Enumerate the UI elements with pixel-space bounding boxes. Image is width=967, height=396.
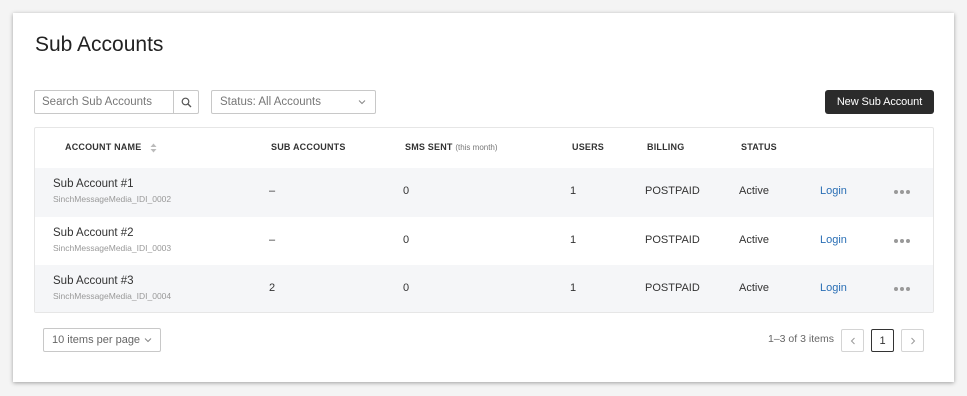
search-box <box>34 90 199 114</box>
account-id: SinchMessageMedia_IDI_0002 <box>53 194 172 204</box>
users-count: 1 <box>570 233 577 246</box>
column-header-billing: BILLING <box>647 142 685 152</box>
account-name: Sub Account #3 <box>53 275 134 287</box>
sub-accounts-count: – <box>269 185 276 197</box>
more-icon[interactable] <box>893 238 911 244</box>
more-icon[interactable] <box>893 286 911 292</box>
billing-type: POSTPAID <box>645 185 700 197</box>
items-per-page-value: 10 items per page <box>52 334 141 346</box>
table-row: Sub Account #2 SinchMessageMedia_IDI_000… <box>35 217 933 266</box>
sort-icon[interactable] <box>150 143 157 153</box>
column-header-sms-sent: SMS SENT (this month) <box>405 142 498 152</box>
column-header-status: STATUS <box>741 142 777 152</box>
sms-sent-count: 0 <box>403 282 410 294</box>
column-header-users: USERS <box>572 142 605 152</box>
billing-type: POSTPAID <box>645 282 700 294</box>
login-link[interactable]: Login <box>820 185 847 197</box>
column-header-sub-accounts: SUB ACCOUNTS <box>271 142 346 152</box>
chevron-left-icon <box>850 337 855 344</box>
sub-accounts-count: – <box>269 233 276 246</box>
status-value: Active <box>739 282 769 294</box>
new-sub-account-button[interactable]: New Sub Account <box>825 90 934 114</box>
table-row: Sub Account #3 SinchMessageMedia_IDI_000… <box>35 265 933 312</box>
sub-accounts-panel: Sub Accounts Status: All Accounts New Su… <box>13 13 954 382</box>
login-link[interactable]: Login <box>820 234 847 246</box>
pagination-range: 1–3 of 3 items <box>768 333 834 345</box>
login-link[interactable]: Login <box>820 282 847 294</box>
sms-sent-period-note: (this month) <box>455 143 498 152</box>
chevron-down-icon <box>144 338 152 343</box>
page-number-button[interactable]: 1 <box>871 329 894 352</box>
account-name-cell: Sub Account #2 SinchMessageMedia_IDI_000… <box>53 227 171 253</box>
search-input[interactable] <box>35 91 173 113</box>
chevron-down-icon <box>358 100 366 105</box>
sms-sent-count: 0 <box>403 185 410 197</box>
users-count: 1 <box>570 282 577 294</box>
sub-accounts-table: ACCOUNT NAME SUB ACCOUNTS SMS SENT (this… <box>34 127 934 313</box>
more-icon[interactable] <box>893 189 911 195</box>
table-header: ACCOUNT NAME SUB ACCOUNTS SMS SENT (this… <box>35 128 933 168</box>
status-value: Active <box>739 233 769 246</box>
items-per-page-select[interactable]: 10 items per page <box>43 328 161 352</box>
next-page-button[interactable] <box>901 329 924 352</box>
previous-page-button[interactable] <box>841 329 864 352</box>
search-button[interactable] <box>173 91 198 113</box>
status-value: Active <box>739 185 769 197</box>
users-count: 1 <box>570 185 577 197</box>
account-name-cell: Sub Account #3 SinchMessageMedia_IDI_000… <box>53 275 171 301</box>
status-filter-value: Status: All Accounts <box>220 96 322 108</box>
account-name: Sub Account #1 <box>53 178 134 190</box>
account-id: SinchMessageMedia_IDI_0003 <box>53 242 172 253</box>
account-id: SinchMessageMedia_IDI_0004 <box>53 291 172 301</box>
status-filter-select[interactable]: Status: All Accounts <box>211 90 376 114</box>
sub-accounts-count: 2 <box>269 282 276 294</box>
account-name-cell: Sub Account #1 SinchMessageMedia_IDI_000… <box>53 178 171 204</box>
billing-type: POSTPAID <box>645 233 700 246</box>
account-name: Sub Account #2 <box>53 226 134 239</box>
table-row: Sub Account #1 SinchMessageMedia_IDI_000… <box>35 168 933 217</box>
search-icon <box>181 97 191 107</box>
page-title: Sub Accounts <box>35 33 164 56</box>
column-header-account-name[interactable]: ACCOUNT NAME <box>65 142 157 153</box>
chevron-right-icon <box>910 337 915 344</box>
sms-sent-count: 0 <box>403 233 410 246</box>
